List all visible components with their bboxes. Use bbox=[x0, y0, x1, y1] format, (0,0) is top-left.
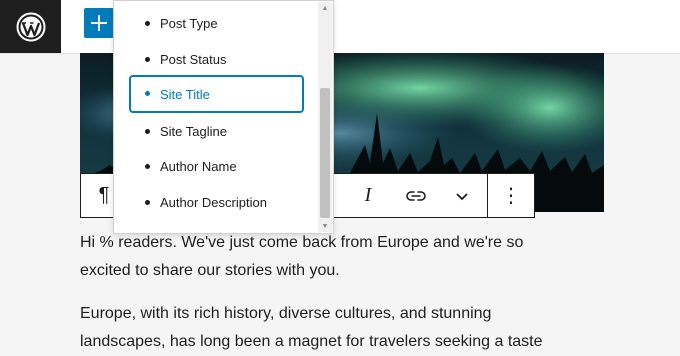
editor-top-bar bbox=[0, 0, 680, 54]
bullet-icon bbox=[145, 200, 150, 205]
paragraph-line: excited to share our stories with you. bbox=[80, 262, 340, 279]
dropdown-item-site-tagline[interactable]: Site Tagline bbox=[129, 113, 304, 149]
dropdown-scrollbar[interactable]: ▲ ▼ bbox=[318, 2, 332, 232]
paragraph-line: landscapes, has long been a magnet for t… bbox=[80, 333, 543, 350]
dynamic-data-dropdown: Post Type Post Status Site Title Site Ta… bbox=[113, 0, 334, 234]
paragraph-glyph: ¶ bbox=[98, 184, 110, 206]
dropdown-item-label: Site Title bbox=[160, 86, 210, 102]
bullet-icon bbox=[145, 164, 150, 169]
paragraph-line: Europe, with its rich history, diverse c… bbox=[80, 305, 492, 322]
italic-glyph: I bbox=[364, 184, 372, 206]
paragraph-line: Hi % readers. We've just come back from … bbox=[80, 234, 524, 251]
more-options-icon[interactable]: ⋮ bbox=[488, 174, 534, 217]
scroll-up-arrow-icon[interactable]: ▲ bbox=[318, 2, 332, 14]
dropdown-item-label: Site Tagline bbox=[160, 123, 227, 139]
dropdown-item-author-name[interactable]: Author Name bbox=[129, 148, 304, 184]
paragraph-block[interactable]: Hi % readers. We've just come back from … bbox=[80, 229, 620, 285]
dropdown-item-label: Post Type bbox=[160, 15, 218, 31]
more-glyph: ⋮ bbox=[501, 185, 521, 207]
bullet-icon bbox=[145, 57, 150, 62]
bullet-icon bbox=[145, 91, 150, 96]
scrollbar-thumb[interactable] bbox=[320, 88, 330, 218]
link-icon[interactable] bbox=[393, 174, 439, 217]
paragraph-block[interactable]: Europe, with its rich history, diverse c… bbox=[80, 300, 620, 356]
dropdown-item-site-title[interactable]: Site Title bbox=[129, 75, 304, 113]
bullet-icon bbox=[145, 21, 150, 26]
add-block-button[interactable] bbox=[84, 8, 114, 38]
dropdown-item-label: Author Description bbox=[160, 194, 267, 210]
chevron-down-icon[interactable] bbox=[439, 174, 485, 217]
dropdown-item-label: Post Status bbox=[160, 51, 227, 67]
dropdown-item-post-status[interactable]: Post Status bbox=[129, 41, 304, 77]
bullet-icon bbox=[145, 129, 150, 134]
dropdown-item-label: Author Name bbox=[160, 158, 237, 174]
italic-icon[interactable]: I bbox=[345, 174, 391, 217]
dropdown-item-author-description[interactable]: Author Description bbox=[129, 184, 304, 220]
wordpress-logo-icon[interactable] bbox=[0, 0, 61, 53]
dropdown-item-post-type[interactable]: Post Type bbox=[129, 5, 304, 41]
